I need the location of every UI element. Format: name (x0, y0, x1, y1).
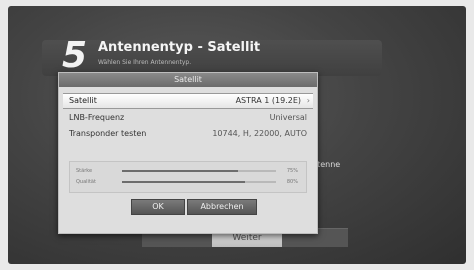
lnb-frequency-row[interactable]: LNB-Frequenz Universal (63, 111, 313, 125)
signal-quality-label: Qualität (76, 179, 96, 185)
chevron-right-icon: › (306, 96, 310, 105)
dialog-title: Satellit (59, 73, 317, 87)
satellite-value: ASTRA 1 (19.2E) (235, 96, 301, 105)
transponder-test-label: Transponder testen (69, 129, 147, 138)
signal-quality-percent: 80% (286, 179, 298, 185)
signal-quality-bar (122, 181, 276, 183)
page-title: Antennentyp - Satellit (98, 40, 261, 55)
satellite-row[interactable]: Satellit ASTRA 1 (19.2E) › (63, 93, 313, 109)
page-subtitle: Wählen Sie Ihren Antennentyp. (98, 59, 192, 66)
lnb-frequency-label: LNB-Frequenz (69, 113, 125, 122)
signal-box: Stärke 75% Qualität 80% (69, 161, 307, 193)
lnb-frequency-value: Universal (269, 113, 307, 122)
signal-strength-row: Stärke 75% (70, 166, 306, 176)
signal-strength-fill (122, 170, 238, 172)
transponder-test-value: 10744, H, 22000, AUTO (212, 129, 307, 138)
step-number: 5 (62, 35, 88, 76)
cancel-button[interactable]: Abbrechen (187, 199, 257, 215)
signal-strength-percent: 75% (286, 168, 298, 174)
signal-strength-bar (122, 170, 276, 172)
transponder-test-row[interactable]: Transponder testen 10744, H, 22000, AUTO (63, 127, 313, 141)
ok-button[interactable]: OK (131, 199, 185, 215)
signal-quality-fill (122, 181, 246, 183)
signal-quality-row: Qualität 80% (70, 177, 306, 187)
signal-strength-label: Stärke (76, 168, 93, 174)
satellite-dialog: Satellit Satellit ASTRA 1 (19.2E) › LNB-… (58, 72, 318, 234)
satellite-label: Satellit (69, 96, 97, 105)
tv-screen: 5 Antennentyp - Satellit Wählen Sie Ihre… (8, 6, 466, 264)
